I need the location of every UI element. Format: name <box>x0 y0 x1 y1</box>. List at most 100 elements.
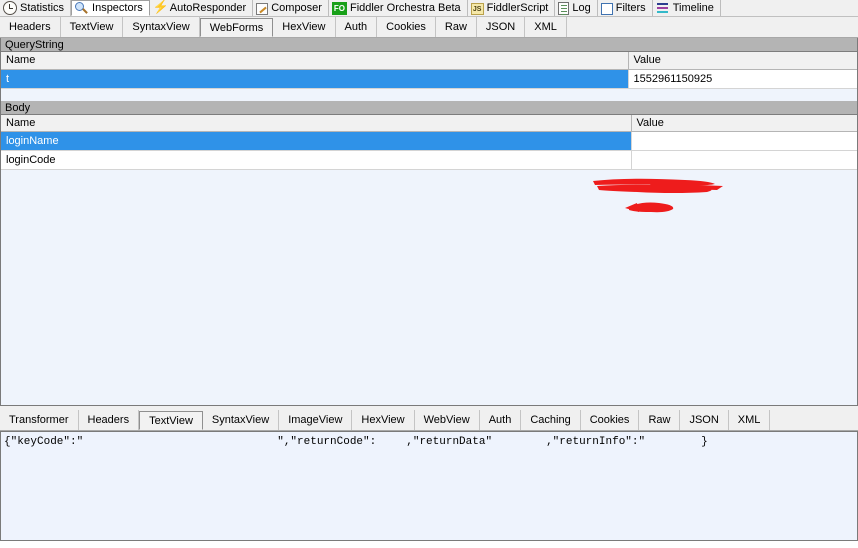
toolbar-item-label: FiddlerScript <box>486 2 549 14</box>
body-value-cell[interactable] <box>631 131 857 151</box>
response-tab-webview[interactable]: WebView <box>414 410 480 430</box>
response-tab-xml[interactable]: XML <box>728 410 771 430</box>
request-tab-json[interactable]: JSON <box>476 17 526 37</box>
response-segment: } <box>701 436 708 448</box>
column-header-name[interactable]: Name <box>1 52 629 70</box>
tab-label: WebView <box>423 414 470 426</box>
response-body-text[interactable]: {"keyCode":" ","returnCode": ,"returnData"… <box>1 432 857 452</box>
table-row[interactable]: t 1552961150925 <box>1 69 857 89</box>
tab-label: SyntaxView <box>211 414 270 426</box>
response-tab-imageview[interactable]: ImageView <box>279 410 353 430</box>
tab-label: Auth <box>344 21 368 33</box>
response-tab-syntaxview[interactable]: SyntaxView <box>202 410 280 430</box>
column-header-name[interactable]: Name <box>1 114 632 132</box>
column-header-value[interactable]: Value <box>631 114 857 132</box>
toolbar-item-label: Inspectors <box>92 2 143 14</box>
tab-label: Headers <box>9 21 51 33</box>
response-tab-transformer[interactable]: Transformer <box>0 410 79 430</box>
request-tab-webforms[interactable]: WebForms <box>199 18 274 37</box>
tab-label: TextView <box>149 414 193 427</box>
toolbar-item-autoresponder[interactable]: AutoResponder <box>149 0 254 16</box>
tab-label: Cookies <box>386 21 426 33</box>
request-tab-hexview[interactable]: HexView <box>273 17 336 37</box>
body-value-cell[interactable] <box>631 150 857 170</box>
request-tab-auth[interactable]: Auth <box>335 17 378 37</box>
response-segment: ","returnCode": <box>277 436 377 448</box>
response-segment: ,"returnData" <box>406 436 493 448</box>
log-icon <box>558 2 570 15</box>
toolbar-item-statistics[interactable]: Statistics <box>0 0 72 16</box>
tab-label: TextView <box>69 21 114 33</box>
tab-label: Cookies <box>589 414 630 426</box>
request-tab-raw[interactable]: Raw <box>435 17 477 37</box>
querystring-value-cell[interactable]: 1552961150925 <box>628 69 857 89</box>
querystring-grid[interactable]: Name Value t 1552961150925 <box>1 52 857 89</box>
table-row[interactable]: loginName <box>1 131 857 151</box>
tab-label: JSON <box>485 21 516 33</box>
tab-label: Transformer <box>9 414 69 426</box>
response-tab-textview[interactable]: TextView <box>139 411 203 430</box>
request-tab-cookies[interactable]: Cookies <box>377 17 436 37</box>
tab-label: Raw <box>648 414 671 426</box>
toolbar-item-label: Composer <box>271 2 322 14</box>
toolbar-item-inspectors[interactable]: Inspectors <box>71 0 150 16</box>
querystring-header-row: Name Value <box>1 52 857 70</box>
request-tab-syntaxview[interactable]: SyntaxView <box>123 17 200 37</box>
tab-label: HexView <box>361 414 405 426</box>
tab-label: WebForms <box>209 21 264 34</box>
fo-badge-icon: FO <box>331 2 347 15</box>
column-header-value[interactable]: Value <box>628 52 857 70</box>
table-row[interactable]: loginCode <box>1 150 857 170</box>
response-tab-hexview[interactable]: HexView <box>352 410 415 430</box>
tab-label: Auth <box>488 414 512 426</box>
body-grid[interactable]: Name Value loginName loginCode <box>1 114 857 170</box>
response-tab-auth[interactable]: Auth <box>479 410 522 430</box>
toolbar-item-label: Log <box>572 2 591 14</box>
toolbar-item-label: AutoResponder <box>169 2 247 14</box>
webforms-panel: QueryString Name Value t 1552961150925 B… <box>0 38 858 406</box>
request-tab-xml[interactable]: XML <box>525 17 567 37</box>
body-name-cell[interactable]: loginName <box>1 131 632 151</box>
toolbar-item-fiddlerscript[interactable]: JS FiddlerScript <box>467 0 556 16</box>
tab-label: Raw <box>444 21 467 33</box>
clock-icon <box>3 1 17 15</box>
request-tab-textview[interactable]: TextView <box>60 17 124 37</box>
toolbar-item-composer[interactable]: Composer <box>253 0 329 16</box>
request-tabs-filler <box>566 17 858 37</box>
main-toolbar: Statistics Inspectors AutoResponder Comp… <box>0 0 858 17</box>
toolbar-item-log[interactable]: Log <box>555 0 598 16</box>
compose-icon <box>256 2 269 15</box>
response-segment: {"keyCode":" <box>4 436 84 448</box>
response-tab-raw[interactable]: Raw <box>639 410 681 430</box>
request-inspector-tabs: Headers TextView SyntaxView WebForms Hex… <box>0 17 858 38</box>
toolbar-item-fiddler-orchestra[interactable]: FO Fiddler Orchestra Beta <box>328 0 468 16</box>
body-section-header: Body <box>1 100 857 115</box>
body-header-row: Name Value <box>1 114 857 132</box>
querystring-empty-area <box>1 88 857 101</box>
response-tabs-filler <box>770 410 858 430</box>
response-tab-caching[interactable]: Caching <box>521 410 581 430</box>
toolbar-item-label: Statistics <box>20 2 65 14</box>
toolbar-item-filters[interactable]: Filters <box>597 0 653 16</box>
tab-label: XML <box>737 414 761 426</box>
body-name-cell[interactable]: loginCode <box>1 150 632 170</box>
tab-label: HexView <box>282 21 326 33</box>
redaction-mark-loginname <box>593 178 723 193</box>
response-tab-json[interactable]: JSON <box>680 410 729 430</box>
filter-checkbox-icon[interactable] <box>600 2 613 15</box>
response-tab-cookies[interactable]: Cookies <box>580 410 640 430</box>
tab-label: SyntaxView <box>132 21 190 33</box>
querystring-name-cell[interactable]: t <box>1 69 629 89</box>
response-textview-panel[interactable]: {"keyCode":" ","returnCode": ,"returnData"… <box>0 431 858 541</box>
tab-label: Headers <box>87 414 130 426</box>
tab-label: JSON <box>689 414 719 426</box>
response-tab-headers[interactable]: Headers <box>78 410 140 430</box>
request-tab-headers[interactable]: Headers <box>0 17 61 37</box>
lightning-icon <box>153 0 169 15</box>
js-badge-icon: JS <box>470 2 484 15</box>
timeline-icon <box>656 2 670 16</box>
toolbar-spacer <box>720 0 858 16</box>
redaction-mark-logincode <box>625 202 674 213</box>
toolbar-item-timeline[interactable]: Timeline <box>652 0 721 16</box>
response-segment: ,"returnInfo":" <box>546 436 646 448</box>
